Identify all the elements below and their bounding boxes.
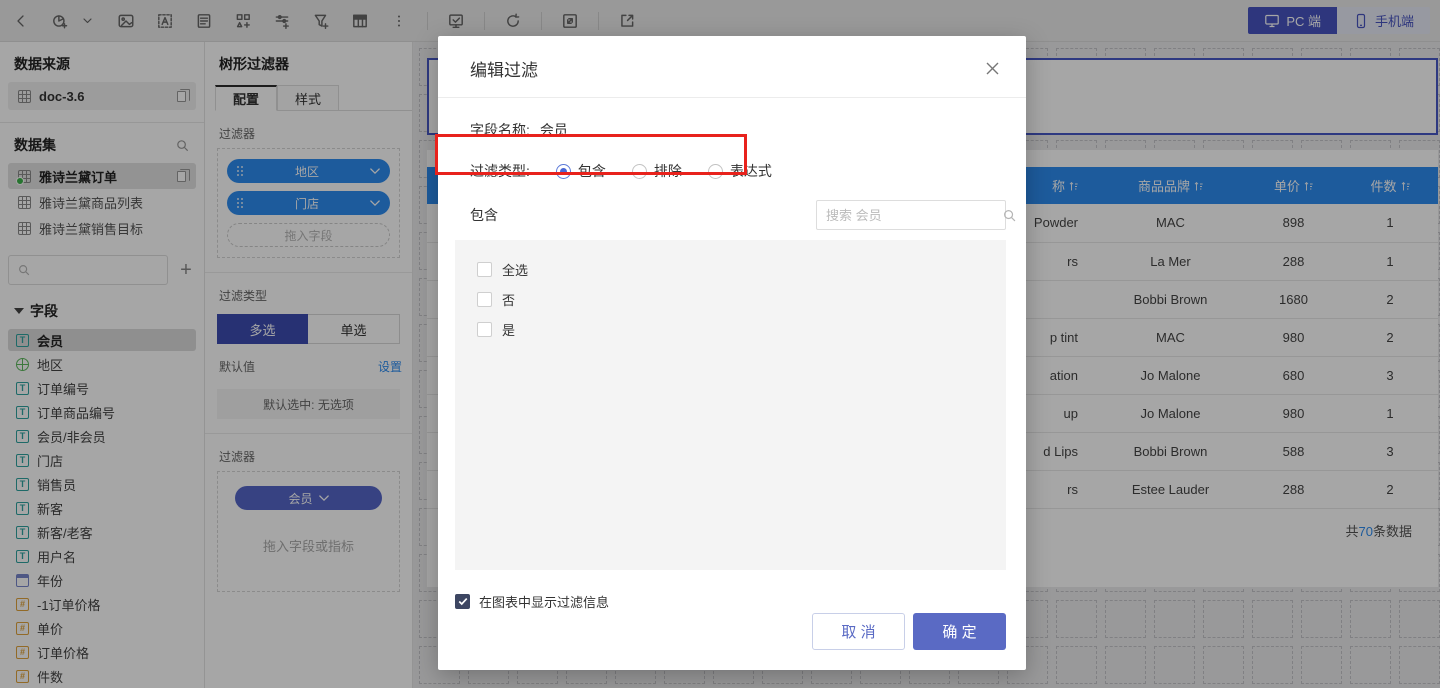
option-label: 全选	[502, 260, 528, 279]
checkbox-icon	[477, 262, 492, 277]
radio-label: 包含	[578, 161, 606, 181]
show-filter-info-checkbox[interactable]: 在图表中显示过滤信息	[455, 586, 1026, 616]
option-select-all[interactable]: 全选	[477, 254, 1006, 284]
value-option-list: 全选 否 是	[455, 240, 1006, 570]
show-filter-info-label: 在图表中显示过滤信息	[479, 592, 609, 611]
modal-title: 编辑过滤	[438, 36, 1026, 97]
include-section-label: 包含	[470, 205, 498, 225]
radio-expression[interactable]: 表达式	[708, 161, 772, 181]
checkbox-checked-icon	[455, 594, 470, 609]
edit-filter-modal: 编辑过滤 字段名称: 会员 过滤类型: 包含 排除 表达式 包含 全选 否 是	[438, 36, 1026, 670]
cancel-button[interactable]: 取 消	[812, 613, 905, 650]
field-name-label: 字段名称:	[470, 120, 530, 140]
option-label: 是	[502, 320, 515, 339]
member-search-input[interactable]	[826, 208, 1002, 223]
checkbox-icon	[477, 322, 492, 337]
radio-icon	[632, 164, 647, 179]
radio-label: 表达式	[730, 161, 772, 181]
member-search-box[interactable]	[816, 200, 1006, 230]
ok-button[interactable]: 确 定	[913, 613, 1006, 650]
divider	[438, 97, 1026, 98]
option-yes[interactable]: 是	[477, 314, 1006, 344]
option-label: 否	[502, 290, 515, 309]
radio-icon	[708, 164, 723, 179]
radio-label: 排除	[654, 161, 682, 181]
radio-include[interactable]: 包含	[556, 161, 606, 181]
option-no[interactable]: 否	[477, 284, 1006, 314]
close-icon[interactable]	[982, 58, 1002, 78]
checkbox-icon	[477, 292, 492, 307]
radio-icon	[556, 164, 571, 179]
app-root: PC 端 手机端 数据来源 doc-3.6 数据集 雅诗兰黛订单	[0, 0, 1440, 688]
filter-type-label: 过滤类型:	[470, 161, 530, 181]
radio-exclude[interactable]: 排除	[632, 161, 682, 181]
field-name-value: 会员	[540, 120, 568, 140]
search-icon	[1002, 208, 1017, 223]
